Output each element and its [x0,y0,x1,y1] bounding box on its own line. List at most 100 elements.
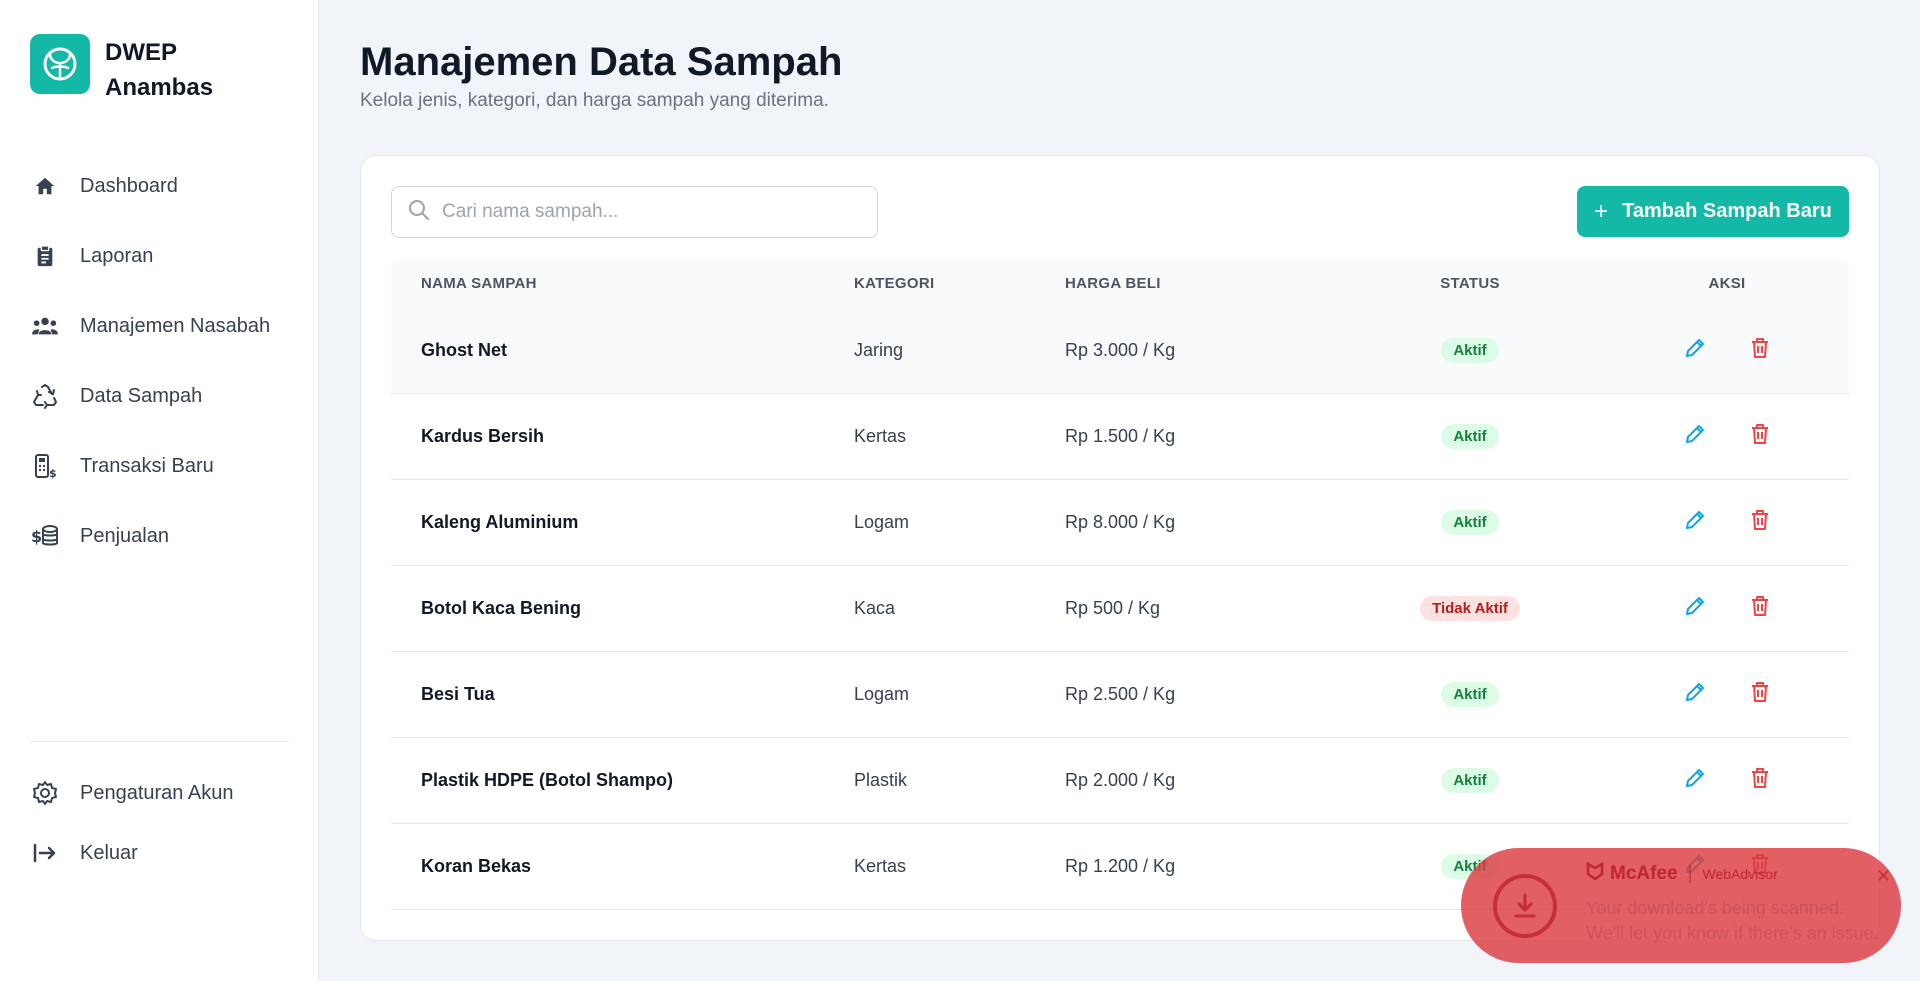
brand-name: DWEP Anambas [105,39,214,101]
status-badge: Aktif [1441,338,1499,363]
sidebar-nav: Dashboard Laporan Manajemen Nasabah Data… [30,151,290,571]
page-title: Manajemen Data Sampah [360,40,843,84]
toast-message: Your download's being scanned. We'll let… [1586,896,1891,946]
delete-button[interactable] [1745,766,1775,796]
cell-category: Logam [854,684,910,704]
cell-status: Aktif [1335,338,1605,363]
table-body: Ghost Net Jaring Rp 3.000 / Kg Aktif Kardus … [391,308,1849,910]
sidebar-item-label: Dashboard [80,174,178,197]
sidebar-item-penjualan[interactable]: $ Penjualan [30,501,290,571]
column-header-price[interactable]: HARGA BELI [1065,275,1335,292]
status-badge: Aktif [1441,510,1499,535]
table-row: Kardus Bersih Kertas Rp 1.500 / Kg Aktif [391,394,1849,480]
delete-button[interactable] [1745,594,1775,624]
delete-button[interactable] [1745,336,1775,366]
sidebar-item-pengaturan-akun[interactable]: Pengaturan Akun [30,763,290,823]
sidebar-item-dashboard[interactable]: Dashboard [30,151,290,221]
edit-button[interactable] [1680,680,1710,710]
cell-price: Rp 3.000 / Kg [1065,340,1176,360]
sidebar-item-label: Keluar [80,841,138,864]
sidebar-item-label: Penjualan [80,524,169,547]
cell-name: Botol Kaca Bening [421,598,582,618]
trash-icon [1750,509,1770,536]
toast-brand: McAfee | WebAdvisor [1586,861,1778,886]
plus-icon: + [1594,197,1609,225]
status-badge: Tidak Aktif [1420,596,1520,621]
table-row: Kaleng Aluminium Logam Rp 8.000 / Kg Aktif [391,480,1849,566]
brand-logo-icon [30,34,90,94]
svg-text:$: $ [31,527,42,546]
mcafee-shield-icon [1586,861,1604,886]
cell-status: Aktif [1335,424,1605,449]
svg-text:$: $ [49,467,57,479]
sidebar-item-transaksi-baru[interactable]: $ Transaksi Baru [30,431,290,501]
toast-separator: | [1687,863,1693,884]
edit-button[interactable] [1680,336,1710,366]
home-icon [30,171,60,201]
sidebar-item-label: Pengaturan Akun [80,781,234,804]
toast-close-icon[interactable]: ✕ [1876,866,1891,887]
trash-icon [1750,423,1770,450]
gear-icon [30,778,60,808]
cell-price: Rp 500 / Kg [1065,598,1161,618]
edit-button[interactable] [1680,508,1710,538]
download-icon [1493,874,1557,938]
pencil-icon [1684,595,1706,622]
download-scan-toast[interactable]: McAfee | WebAdvisor Your download's bein… [1461,848,1901,963]
pencil-icon [1684,423,1706,450]
cell-name: Kaleng Aluminium [421,512,579,532]
cell-category: Plastik [854,770,908,790]
sidebar-item-label: Transaksi Baru [80,454,214,477]
edit-button[interactable] [1680,422,1710,452]
sidebar-item-keluar[interactable]: Keluar [30,823,290,883]
clipboard-icon [30,241,60,271]
cell-actions [1605,766,1849,796]
delete-button[interactable] [1745,422,1775,452]
brand[interactable]: DWEP Anambas [30,34,235,105]
cell-name: Besi Tua [421,684,495,704]
sidebar-item-data-sampah[interactable]: Data Sampah [30,361,290,431]
waste-data-card: + Tambah Sampah Baru NAMA SAMPAH KATEGOR… [360,155,1880,941]
toast-brand-name: McAfee [1610,863,1678,884]
add-waste-button[interactable]: + Tambah Sampah Baru [1577,186,1849,237]
pencil-icon [1684,767,1706,794]
cell-actions [1605,594,1849,624]
toast-message-line2: We'll let you know if there's an issue. [1586,923,1879,943]
sidebar-item-laporan[interactable]: Laporan [30,221,290,291]
sidebar: DWEP Anambas Dashboard Laporan Manajemen… [0,0,319,981]
table-row: Botol Kaca Bening Kaca Rp 500 / Kg Tidak Ak… [391,566,1849,652]
edit-button[interactable] [1680,594,1710,624]
logout-icon [30,838,60,868]
table-row: Plastik HDPE (Botol Shampo) Plastik Rp 2.0… [391,738,1849,824]
waste-table: NAMA SAMPAH KATEGORI HARGA BELI STATUS A… [391,259,1849,910]
sidebar-bottom-nav: Pengaturan Akun Keluar [30,763,290,883]
toast-message-line1: Your download's being scanned. [1586,898,1844,918]
column-header-category[interactable]: KATEGORI [854,275,1065,292]
toast-product-name: WebAdvisor [1702,866,1778,882]
search-box[interactable] [391,186,878,238]
pencil-icon [1684,337,1706,364]
cell-name: Kardus Bersih [421,426,545,446]
column-header-actions: AKSI [1708,275,1746,292]
trash-icon [1750,337,1770,364]
cell-price: Rp 1.200 / Kg [1065,856,1176,876]
cell-name: Plastik HDPE (Botol Shampo) [421,770,674,790]
cell-category: Kaca [854,598,896,618]
cash-register-icon: $ [30,451,60,481]
search-input[interactable] [442,201,862,223]
cell-category: Jaring [854,340,904,360]
add-waste-button-label: Tambah Sampah Baru [1622,200,1832,222]
column-header-status[interactable]: STATUS [1335,275,1605,292]
delete-button[interactable] [1745,508,1775,538]
sidebar-item-label: Manajemen Nasabah [80,314,271,337]
sidebar-item-manajemen-nasabah[interactable]: Manajemen Nasabah [30,291,290,361]
cell-price: Rp 1.500 / Kg [1065,426,1176,446]
edit-button[interactable] [1680,766,1710,796]
column-header-name[interactable]: NAMA SAMPAH [391,275,854,292]
pencil-icon [1684,681,1706,708]
trash-icon [1750,595,1770,622]
table-header: NAMA SAMPAH KATEGORI HARGA BELI STATUS A… [391,259,1849,308]
sidebar-divider [30,741,289,742]
delete-button[interactable] [1745,680,1775,710]
users-icon [30,311,60,341]
